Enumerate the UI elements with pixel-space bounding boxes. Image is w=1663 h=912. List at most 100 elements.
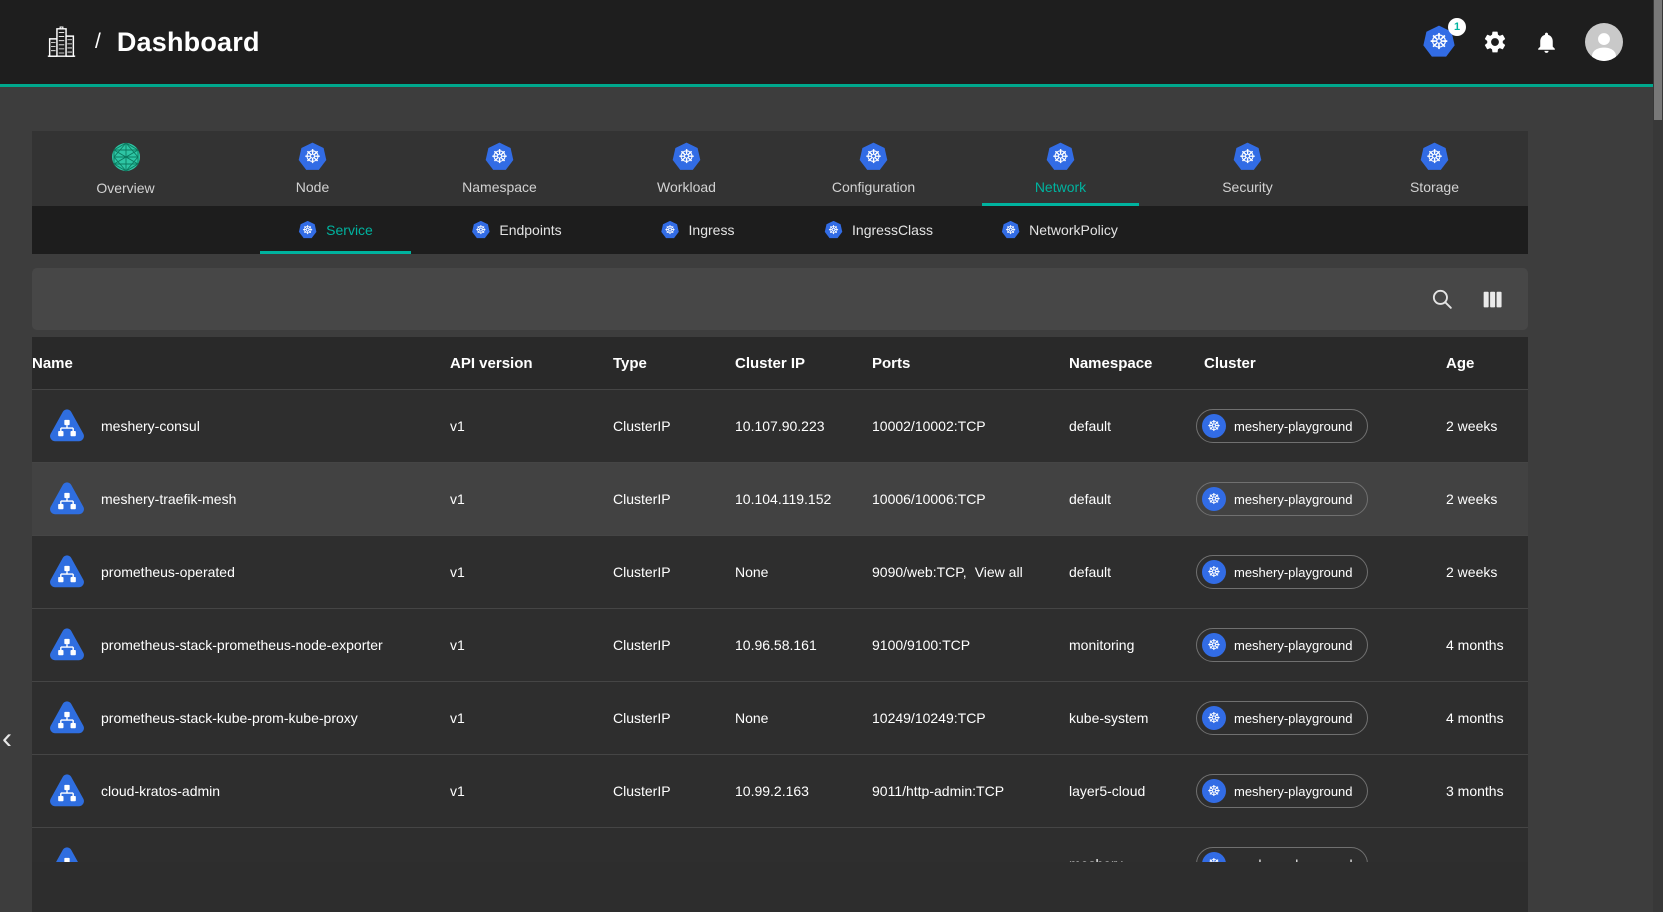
subtab-ingressclass[interactable]: ☸IngressClass bbox=[803, 206, 954, 254]
cluster-cell: ☸meshery-playground bbox=[1196, 409, 1434, 443]
kubernetes-icon: ☸ bbox=[471, 221, 490, 240]
name-cell: prometheus-stack-prometheus-node-exporte… bbox=[32, 626, 450, 664]
view-all-link[interactable]: View all bbox=[975, 564, 1023, 580]
subtab-endpoints[interactable]: ☸Endpoints bbox=[441, 206, 592, 254]
view-columns-icon bbox=[1480, 287, 1505, 312]
page-scrollbar bbox=[1653, 0, 1663, 912]
table-row[interactable]: prometheus-operatedv1ClusterIPNone9090/w… bbox=[32, 535, 1528, 608]
app-header: / Dashboard ☸ 1 bbox=[0, 0, 1663, 84]
building-logo-icon[interactable] bbox=[46, 26, 77, 59]
age-value: 2 weeks bbox=[1434, 418, 1528, 434]
service-type: ClusterIP bbox=[613, 710, 735, 726]
cluster-name: meshery-playground bbox=[1234, 565, 1353, 580]
column-header-cluster[interactable]: Cluster bbox=[1196, 355, 1434, 372]
kubernetes-icon: ☸ bbox=[485, 142, 515, 172]
cluster-chip[interactable]: ☸meshery-playground bbox=[1196, 482, 1368, 516]
subtab-service[interactable]: ☸Service bbox=[260, 206, 411, 254]
tab-storage[interactable]: ☸Storage bbox=[1341, 131, 1528, 206]
cluster-cell: ☸ meshery-playground bbox=[1196, 628, 1434, 662]
kubernetes-icon: ☸ bbox=[1202, 706, 1226, 730]
api-version: v1 bbox=[450, 710, 613, 726]
service-type: ClusterIP bbox=[613, 418, 735, 434]
age-value: 2 weeks bbox=[1434, 564, 1528, 580]
namespace-link[interactable]: default bbox=[1069, 491, 1111, 507]
service-resource-icon bbox=[48, 480, 86, 518]
service-name: prometheus-operated bbox=[101, 564, 235, 580]
column-header-namespace[interactable]: Namespace bbox=[1069, 355, 1196, 372]
cluster-chip[interactable]: ☸ meshery-playground bbox=[1196, 555, 1368, 589]
view-columns-button[interactable] bbox=[1478, 285, 1506, 313]
scrollbar-thumb[interactable] bbox=[1654, 0, 1662, 120]
kubernetes-icon: ☸ bbox=[672, 142, 702, 172]
column-header-type[interactable]: Type bbox=[613, 355, 735, 372]
name-cell: prometheus-operated bbox=[32, 553, 450, 591]
service-type: ClusterIP bbox=[613, 637, 735, 653]
table-row[interactable]: prometheus-stack-kube-prom-kube-proxy v1C… bbox=[32, 681, 1528, 754]
resource-tabs: Overview☸Node☸Namespace☸Workload☸Configu… bbox=[32, 131, 1528, 206]
tab-node[interactable]: ☸Node bbox=[219, 131, 406, 206]
age-value: 4 months bbox=[1434, 637, 1528, 653]
table-row[interactable]: prometheus-stack-prometheus-node-exporte… bbox=[32, 608, 1528, 681]
service-resource-icon bbox=[48, 626, 86, 664]
cluster-name: meshery-playground bbox=[1234, 638, 1353, 653]
kubernetes-icon: ☸ bbox=[1420, 142, 1450, 172]
service-resource-icon bbox=[48, 699, 86, 737]
cluster-chip[interactable]: ☸meshery-playground bbox=[1196, 701, 1368, 735]
tab-namespace[interactable]: ☸ Namespace bbox=[406, 131, 593, 206]
cluster-name: meshery-playground bbox=[1234, 419, 1353, 434]
table-row[interactable]: meshery-consulv1ClusterIP10.107.90.22310… bbox=[32, 389, 1528, 462]
kubernetes-icon: ☸ bbox=[1202, 560, 1226, 584]
sidebar-expand-button[interactable]: ‹ bbox=[2, 724, 12, 754]
tab-overview[interactable]: Overview bbox=[32, 131, 219, 206]
kubernetes-context-button[interactable]: ☸ 1 bbox=[1422, 25, 1456, 59]
cluster-ip: 10.99.2.163 bbox=[735, 783, 872, 799]
kubernetes-icon: ☸ bbox=[1202, 633, 1226, 657]
cluster-chip[interactable]: ☸ meshery-playground bbox=[1196, 628, 1368, 662]
tab-label: Namespace bbox=[462, 179, 537, 195]
subtab-label: Ingress bbox=[689, 222, 735, 238]
bell-icon bbox=[1534, 30, 1559, 55]
search-button[interactable] bbox=[1428, 285, 1456, 313]
tab-label: Node bbox=[296, 179, 329, 195]
user-avatar[interactable] bbox=[1585, 23, 1623, 61]
service-name: prometheus-stack-kube-prom-kube-proxy bbox=[101, 710, 358, 726]
column-header-cluster-ip[interactable]: Cluster IP bbox=[735, 355, 872, 372]
namespace-cell: layer5-cloud bbox=[1069, 783, 1196, 799]
person-icon bbox=[1587, 27, 1621, 61]
subtab-networkpolicy[interactable]: ☸NetworkPolicy bbox=[984, 206, 1135, 254]
cluster-cell: ☸meshery-playground bbox=[1196, 482, 1434, 516]
table-row[interactable]: cloud-kratos-adminv1ClusterIP10.99.2.163… bbox=[32, 754, 1528, 827]
namespace-link[interactable]: kube-system bbox=[1069, 710, 1148, 726]
name-cell: prometheus-stack-kube-prom-kube-proxy bbox=[32, 699, 450, 737]
namespace-link[interactable]: default bbox=[1069, 564, 1111, 580]
name-cell: cloud-kratos-admin bbox=[32, 772, 450, 810]
service-type: ClusterIP bbox=[613, 491, 735, 507]
column-header-ports[interactable]: Ports bbox=[872, 355, 1069, 372]
column-header-age[interactable]: Age bbox=[1434, 355, 1528, 372]
cluster-chip[interactable]: ☸meshery-playground bbox=[1196, 774, 1368, 808]
subtab-active-indicator bbox=[260, 251, 411, 254]
namespace-link[interactable]: default bbox=[1069, 418, 1111, 434]
settings-button[interactable] bbox=[1482, 29, 1508, 55]
tab-network[interactable]: ☸Network bbox=[967, 131, 1154, 206]
table-row[interactable]: meshery-traefik-meshv1ClusterIP10.104.11… bbox=[32, 462, 1528, 535]
namespace-link[interactable]: layer5-cloud bbox=[1069, 783, 1145, 799]
notifications-button[interactable] bbox=[1534, 30, 1559, 55]
cluster-ip: None bbox=[735, 564, 872, 580]
column-header-name[interactable]: Name bbox=[32, 355, 450, 372]
column-header-api-version[interactable]: API version bbox=[450, 355, 613, 372]
kubernetes-icon: ☸ bbox=[859, 142, 889, 172]
namespace-link[interactable]: monitoring bbox=[1069, 637, 1134, 653]
tab-label: Security bbox=[1222, 179, 1273, 195]
tab-security[interactable]: ☸Security bbox=[1154, 131, 1341, 206]
subtab-ingress[interactable]: ☸Ingress bbox=[622, 206, 773, 254]
service-type: ClusterIP bbox=[613, 564, 735, 580]
breadcrumb-separator: / bbox=[95, 30, 101, 54]
ports-value: 9090/web:TCP, bbox=[872, 564, 967, 580]
context-count-badge: 1 bbox=[1448, 18, 1466, 36]
filter-toolbar bbox=[32, 268, 1528, 330]
cluster-cell: ☸meshery-playground bbox=[1196, 701, 1434, 735]
tab-workload[interactable]: ☸Workload bbox=[593, 131, 780, 206]
cluster-chip[interactable]: ☸meshery-playground bbox=[1196, 409, 1368, 443]
tab-configuration[interactable]: ☸Configuration bbox=[780, 131, 967, 206]
